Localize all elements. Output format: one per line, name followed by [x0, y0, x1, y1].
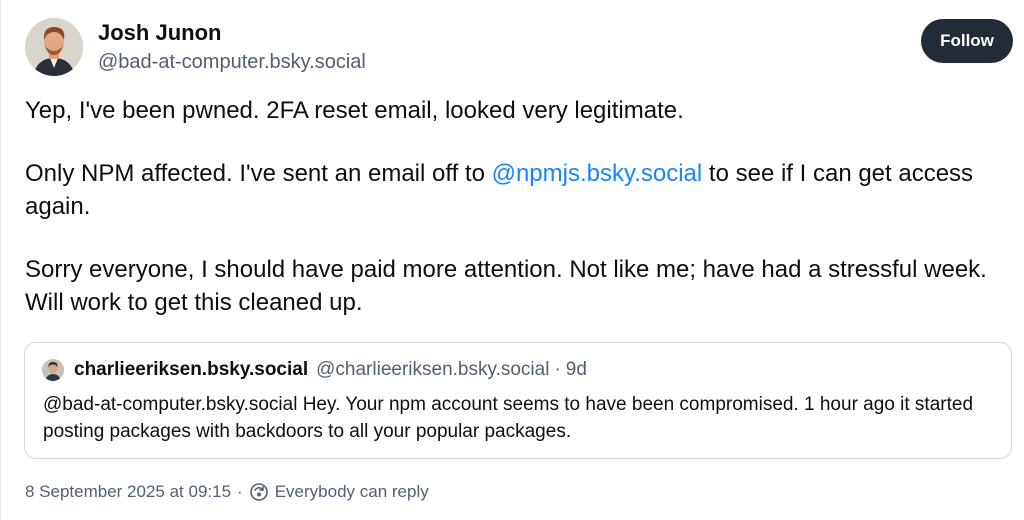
quoted-author-handle: @charlieeriksen.bsky.social	[316, 359, 550, 380]
author-handle[interactable]: @bad-at-computer.bsky.social	[98, 51, 366, 74]
avatar-portrait-icon	[25, 18, 83, 76]
follow-button[interactable]: Follow	[921, 19, 1013, 63]
author-avatar[interactable]	[25, 18, 83, 76]
reply-setting-label[interactable]: Everybody can reply	[275, 482, 429, 502]
post-paragraph: Sorry everyone, I should have paid more …	[25, 256, 987, 316]
separator-dot: ·	[554, 359, 561, 380]
quoted-post-header: charlieeriksen.bsky.social @charlieeriks…	[42, 359, 587, 381]
author-display-name[interactable]: Josh Junon	[98, 20, 221, 46]
post-paragraph: Yep, I've been pwned. 2FA reset email, l…	[25, 97, 684, 124]
quoted-post[interactable]: charlieeriksen.bsky.social @charlieeriks…	[24, 342, 1012, 459]
quoted-post-age: 9d	[565, 359, 587, 380]
post-text-segment: Only NPM affected. I've sent an email of…	[25, 160, 492, 187]
avatar-portrait-icon	[42, 359, 64, 381]
quoted-post-text: @bad-at-computer.bsky.social Hey. Your n…	[43, 394, 974, 442]
post-footer: 8 September 2025 at 09:15 · Everybody ca…	[25, 482, 429, 502]
post-paragraph: Only NPM affected. I've sent an email of…	[25, 157, 1005, 223]
reply-settings-icon	[249, 483, 268, 501]
mention-link[interactable]: @npmjs.bsky.social	[492, 160, 703, 187]
separator-dot: ·	[237, 482, 243, 501]
quoted-author-avatar[interactable]	[42, 359, 64, 381]
post-text: Yep, I've been pwned. 2FA reset email, l…	[25, 94, 1005, 349]
quoted-author-display-name[interactable]: charlieeriksen.bsky.social	[74, 359, 308, 381]
post-card: Josh Junon @bad-at-computer.bsky.social …	[0, 0, 1024, 520]
post-timestamp[interactable]: 8 September 2025 at 09:15	[25, 482, 231, 502]
